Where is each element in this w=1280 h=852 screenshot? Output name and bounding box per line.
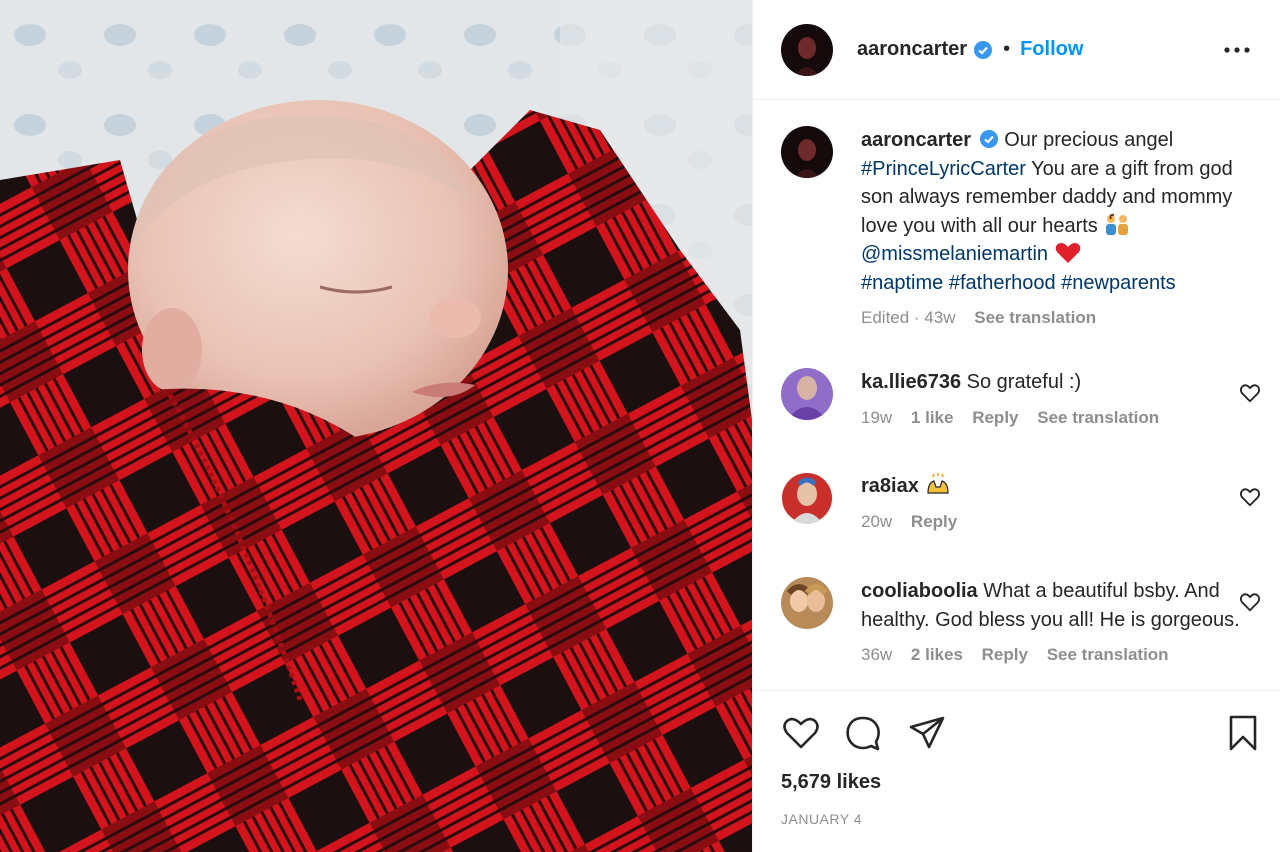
caption: aaroncarter Our precious angel #PrinceLy… [781,126,1251,336]
like-comment-heart-icon[interactable] [1239,486,1261,508]
post-date: JANUARY 4 [781,811,863,827]
caption-mention-link[interactable]: @missmelaniemartin [861,243,1048,265]
comment-time: 36w [861,645,893,664]
comment-likes[interactable]: 1 like [911,408,954,427]
caption-edited-time: Edited · 43w [861,308,956,327]
comment-time: 19w [861,407,893,427]
more-options-icon[interactable] [1223,38,1251,62]
reply-button[interactable]: Reply [982,645,1028,664]
comment-likes[interactable]: 2 likes [911,645,963,664]
caption-text: Our precious angel [1004,129,1174,151]
verified-badge-icon [973,40,993,60]
like-comment-heart-icon[interactable] [1239,591,1261,613]
verified-badge-icon [979,129,999,149]
comment-item: cooliaboolia What a beautiful bsby. And … [781,577,1261,690]
likes-count[interactable]: 5,679 likes [781,771,881,794]
post-panel: aaroncarter • Follow aaroncarter Our pre… [752,0,1280,852]
reply-button[interactable]: Reply [972,408,1018,427]
reply-button[interactable]: Reply [911,512,957,531]
comment-text: So grateful :) [966,371,1082,393]
author-username[interactable]: aaroncarter [857,38,967,61]
see-translation-link[interactable]: See translation [974,308,1096,327]
follow-button[interactable]: Follow [1020,38,1083,61]
comment-item: ka.llie6736 So grateful :) 19w 1 like Re… [781,368,1261,448]
comment-time: 20w [861,511,893,531]
heart-icon[interactable] [781,713,821,753]
like-comment-heart-icon[interactable] [1239,382,1261,404]
post-actions: 5,679 likes JANUARY 4 [753,690,1280,852]
baby-photo-image [0,0,752,852]
post-photo[interactable] [0,0,752,852]
post-header: aaroncarter • Follow [753,0,1280,100]
red-heart-emoji-icon [1054,241,1082,265]
bookmark-icon[interactable] [1223,713,1263,753]
comment-username[interactable]: ra8iax [861,475,919,497]
commenter-avatar[interactable] [781,577,833,629]
author-avatar[interactable] [781,23,833,76]
comment-icon[interactable] [843,713,883,753]
comment-username[interactable]: cooliaboolia [861,580,978,602]
comment-username[interactable]: ka.llie6736 [861,371,961,393]
comment-item: ra8iax 20w Reply [781,472,1261,552]
see-translation-link[interactable]: See translation [1037,408,1159,427]
caption-author-avatar[interactable] [781,126,833,178]
caption-hashtag-link[interactable]: #PrinceLyricCarter [861,158,1026,180]
comments-section[interactable]: aaroncarter Our precious angel #PrinceLy… [753,100,1280,690]
caption-hashtags-link[interactable]: #naptime #fatherhood #newparents [861,272,1176,294]
separator-dot: • [1003,38,1011,60]
caption-username[interactable]: aaroncarter [861,129,971,151]
raising-hands-emoji-icon [924,473,952,497]
commenter-avatar[interactable] [781,368,833,420]
family-emoji-icon [1103,213,1131,237]
see-translation-link[interactable]: See translation [1047,645,1169,664]
commenter-avatar[interactable] [781,472,833,524]
share-icon[interactable] [907,713,947,753]
